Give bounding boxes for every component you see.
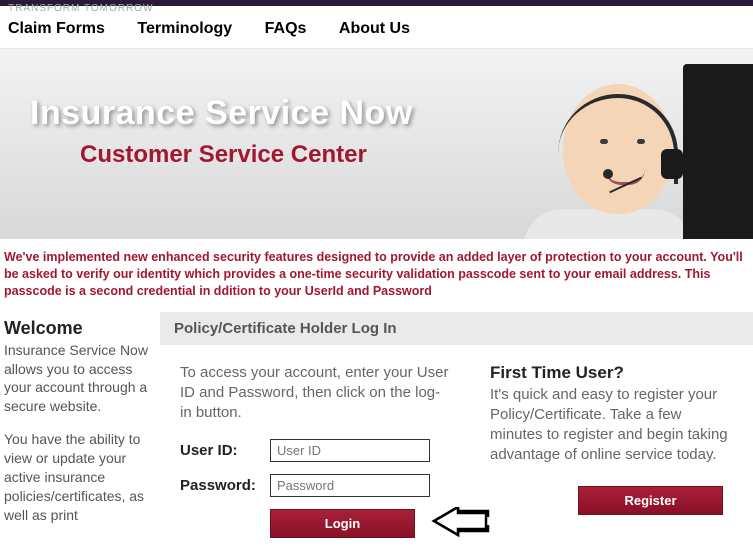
nav-about-us[interactable]: About Us [339,20,410,37]
hero-title: Insurance Service Now [30,94,413,133]
welcome-sidebar: Welcome Insurance Service Now allows you… [0,312,160,545]
hero-banner: Insurance Service Now Customer Service C… [0,49,753,239]
hero-person-illustration [503,54,753,239]
first-time-heading: First Time User? [490,363,733,383]
pointer-arrow-icon [430,507,490,544]
security-notice: We've implemented new enhanced security … [0,239,753,312]
welcome-text-2: You have the ability to view or update y… [4,430,150,524]
login-intro: To access your account, enter your User … [180,363,450,424]
first-time-body: It's quick and easy to register your Pol… [490,385,733,466]
login-area: Policy/Certificate Holder Log In To acce… [160,312,753,545]
password-input[interactable] [270,474,430,497]
register-button[interactable]: Register [578,486,723,515]
welcome-heading: Welcome [4,318,150,339]
nav-claim-forms[interactable]: Claim Forms [8,20,105,37]
nav-faqs[interactable]: FAQs [265,20,307,37]
login-header: Policy/Certificate Holder Log In [160,312,753,345]
welcome-text-1: Insurance Service Now allows you to acce… [4,341,150,417]
login-button[interactable]: Login [270,509,415,538]
tagline: TRANSFORM TOMORROW [0,3,753,14]
main-nav: Claim Forms Terminology FAQs About Us [0,14,753,49]
userid-label: User ID: [180,442,270,459]
userid-input[interactable] [270,439,430,462]
main-content: Welcome Insurance Service Now allows you… [0,312,753,545]
first-time-user: First Time User? It's quick and easy to … [490,363,733,539]
login-form: To access your account, enter your User … [180,363,450,539]
nav-terminology[interactable]: Terminology [137,20,232,37]
password-label: Password: [180,477,270,494]
hero-subtitle: Customer Service Center [80,141,413,169]
